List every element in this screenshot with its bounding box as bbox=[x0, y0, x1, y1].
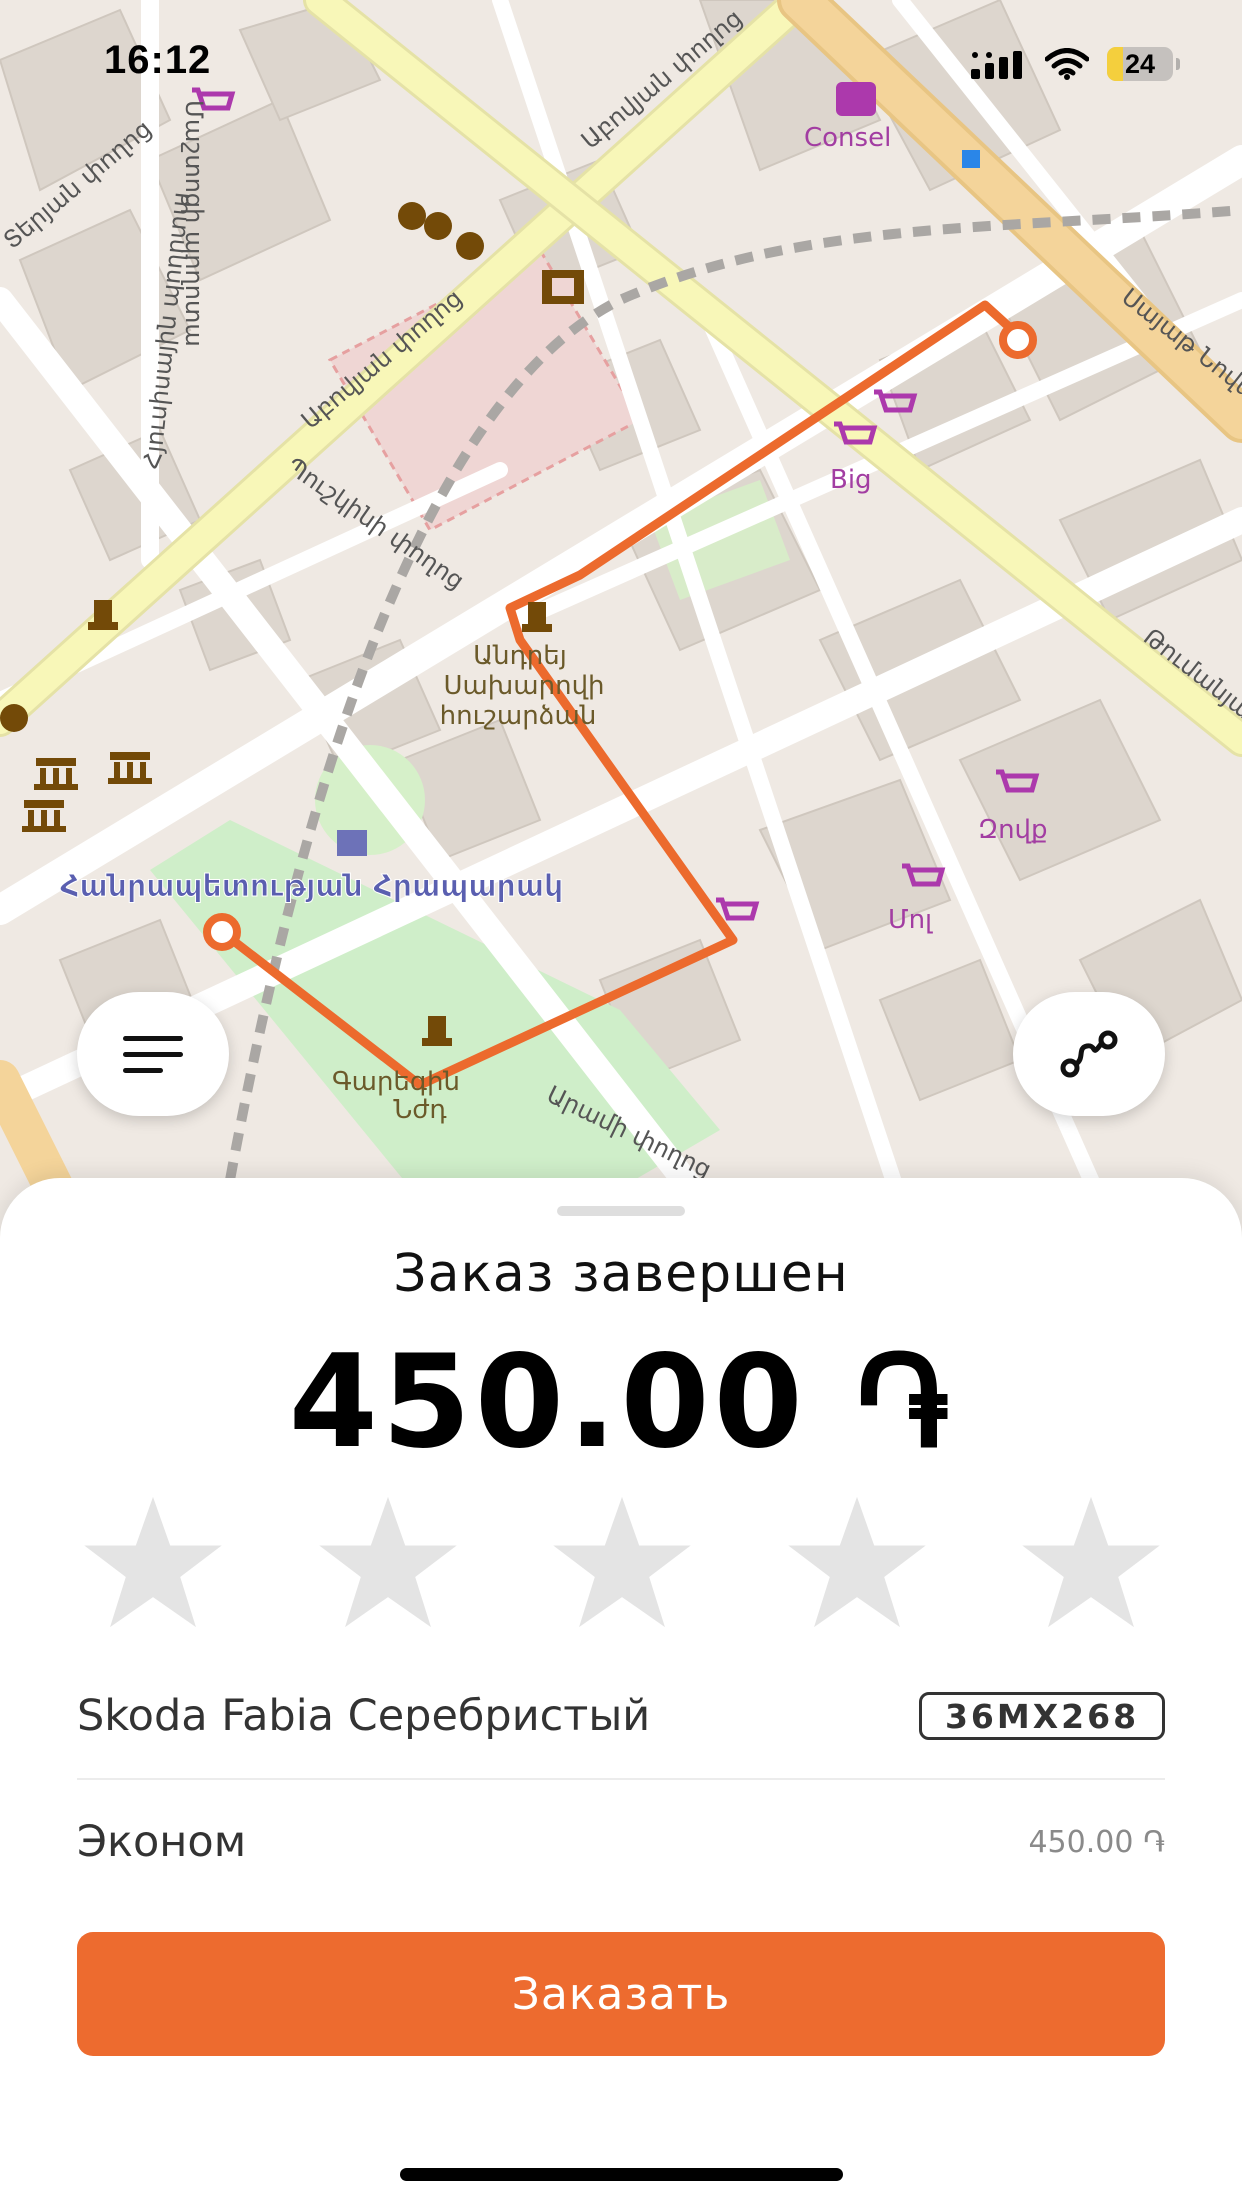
route-icon bbox=[1060, 1030, 1118, 1078]
monument-label: Անդրեյ bbox=[473, 641, 567, 671]
status-bar: 16:12 24 bbox=[0, 0, 1242, 130]
rating-stars bbox=[77, 1494, 1167, 1630]
license-plate: 36MX268 bbox=[919, 1692, 1165, 1740]
statue-label: Գարեգին bbox=[332, 1067, 460, 1097]
menu-button[interactable] bbox=[77, 992, 229, 1116]
car-info-row: Skoda Fabia Серебристый 36MX268 bbox=[77, 1686, 1165, 1746]
tariff-name: Эконом bbox=[77, 1817, 247, 1867]
car-model: Skoda Fabia Серебристый bbox=[77, 1691, 651, 1741]
statue-label: Նժդ bbox=[393, 1095, 446, 1125]
signal-icon bbox=[971, 51, 1022, 79]
order-status-title: Заказ завершен bbox=[393, 1244, 849, 1304]
rating-star-4[interactable] bbox=[781, 1494, 933, 1630]
status-icons: 24 bbox=[971, 44, 1180, 84]
wifi-icon bbox=[1045, 48, 1089, 80]
square-label: Հանրապետության Հրապարակ bbox=[60, 869, 563, 904]
home-indicator bbox=[400, 2168, 843, 2181]
menu-icon bbox=[123, 1036, 183, 1073]
order-summary-sheet: Заказ завершен 450.00 ֏ Skoda Fabia Сере… bbox=[0, 1178, 1242, 2208]
monument-label: Սախարովի bbox=[443, 671, 604, 701]
order-amount: 450.00 ֏ bbox=[288, 1328, 954, 1477]
rating-star-5[interactable] bbox=[1015, 1494, 1167, 1630]
route-button[interactable] bbox=[1013, 992, 1165, 1116]
rating-star-2[interactable] bbox=[312, 1494, 464, 1630]
tariff-row: Эконом 450.00 ֏ bbox=[77, 1812, 1165, 1872]
order-button[interactable]: Заказать bbox=[77, 1932, 1165, 2056]
monument-label: հուշարձան bbox=[440, 701, 597, 731]
sheet-drag-handle[interactable] bbox=[557, 1206, 685, 1216]
tariff-price: 450.00 ֏ bbox=[1028, 1824, 1165, 1860]
poi-label: Big bbox=[830, 465, 872, 495]
rating-star-1[interactable] bbox=[77, 1494, 229, 1630]
status-time: 16:12 bbox=[104, 38, 212, 82]
poi-label: Զովք bbox=[978, 815, 1048, 845]
poi-label: Մոլ bbox=[888, 905, 933, 935]
battery-icon: 24 bbox=[1107, 47, 1173, 81]
divider bbox=[77, 1778, 1165, 1780]
battery-tip bbox=[1176, 58, 1180, 70]
rating-star-3[interactable] bbox=[546, 1494, 698, 1630]
battery-level: 24 bbox=[1124, 48, 1156, 79]
